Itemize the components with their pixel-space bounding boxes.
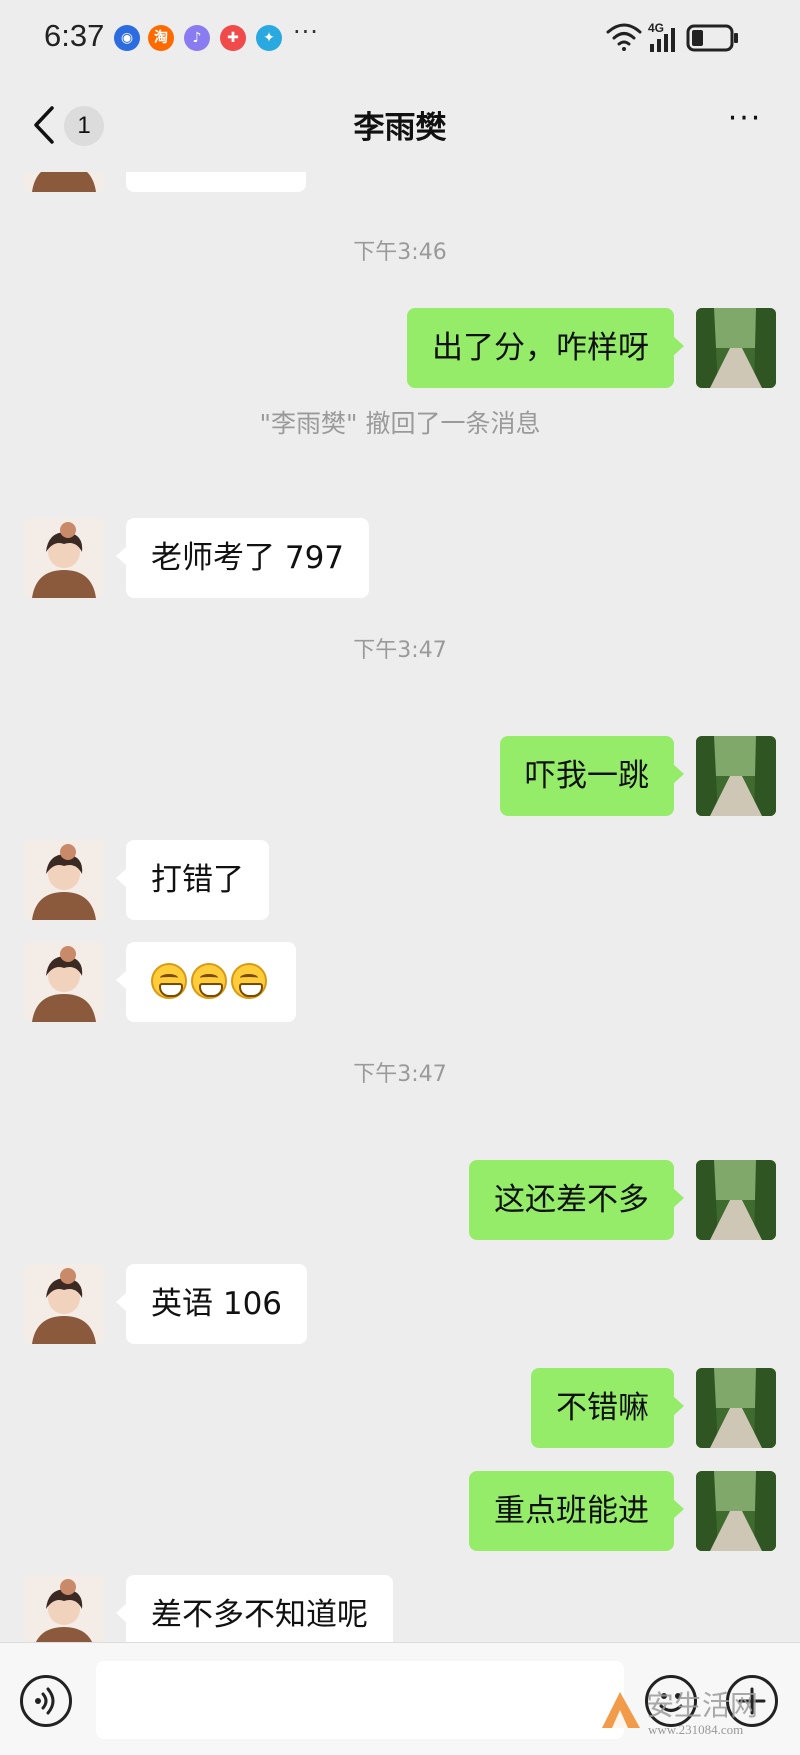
incoming-emoji-message[interactable] [116,942,296,1022]
contact-avatar[interactable] [24,1575,104,1642]
network-type-label: 4G [648,21,664,35]
timestamp: 下午3:47 [353,1062,447,1087]
incoming-message[interactable]: 英语 106 [115,1264,308,1344]
taobao-icon: 淘 [148,25,174,51]
timestamp: 下午3:46 [353,240,447,265]
notification-more-icon: ··· [293,18,319,46]
globe-app-icon: ✦ [256,25,282,51]
music-icon: ♪ [184,25,210,51]
message-list[interactable]: 下午3:46 出了分，咋样呀 "李雨樊" 撤回了一条消息 老师考了 797 下午… [0,172,800,1642]
recall-notice: "李雨樊" 撤回了一条消息 [259,409,541,438]
outgoing-message[interactable]: 不错嘛 [531,1368,684,1448]
grin-emoji-icon [151,962,187,999]
chat-title: 李雨樊 [353,110,447,146]
message-input[interactable] [96,1661,624,1739]
watermark-text: 安生活网 [646,1689,759,1722]
watermark-url: www.231084.com [648,1722,744,1737]
site-watermark: 安生活网 www.231084.com [598,1682,794,1748]
my-avatar[interactable] [696,1368,776,1448]
colorful-app-icon: ✚ [220,25,246,51]
voice-icon [35,1687,55,1715]
contact-avatar[interactable] [24,518,104,598]
voice-button[interactable] [20,1675,72,1727]
my-avatar[interactable] [696,1471,776,1551]
outgoing-message[interactable]: 出了分，咋样呀 [407,308,684,388]
grin-emoji-icon [191,962,227,999]
more-options-button[interactable]: ··· [720,104,770,144]
outgoing-message[interactable]: 这还差不多 [469,1160,684,1240]
grin-emoji-icon [231,962,267,999]
incoming-message[interactable]: 打错了 [116,840,269,920]
incoming-message[interactable]: 老师考了 797 [115,518,370,598]
status-bar: 6:37 ◉ 淘 ♪ ✚ ✦ ··· 4G [0,0,800,78]
wifi-icon [606,23,642,51]
incoming-message[interactable]: 差不多不知道呢 [116,1575,393,1642]
blue-app-icon: ◉ [114,25,140,51]
watermark-logo-icon [602,1692,640,1728]
outgoing-message[interactable]: 吓我一跳 [500,736,684,816]
my-avatar[interactable] [696,736,776,816]
contact-avatar[interactable] [24,840,104,920]
my-avatar[interactable] [696,1160,776,1240]
outgoing-message[interactable]: 重点班能进 [469,1471,684,1551]
signal-icon: 4G [648,21,675,52]
timestamp: 下午3:47 [353,638,447,663]
status-time: 6:37 [44,18,105,53]
contact-avatar[interactable] [24,172,104,192]
contact-avatar[interactable] [24,942,104,1022]
battery-icon [686,24,738,52]
contact-avatar[interactable] [24,1264,104,1344]
status-indicators: 4G [606,20,756,56]
incoming-message-partial[interactable] [126,172,306,192]
my-avatar[interactable] [696,308,776,388]
chat-header: 1 李雨樊 ··· [0,78,800,172]
